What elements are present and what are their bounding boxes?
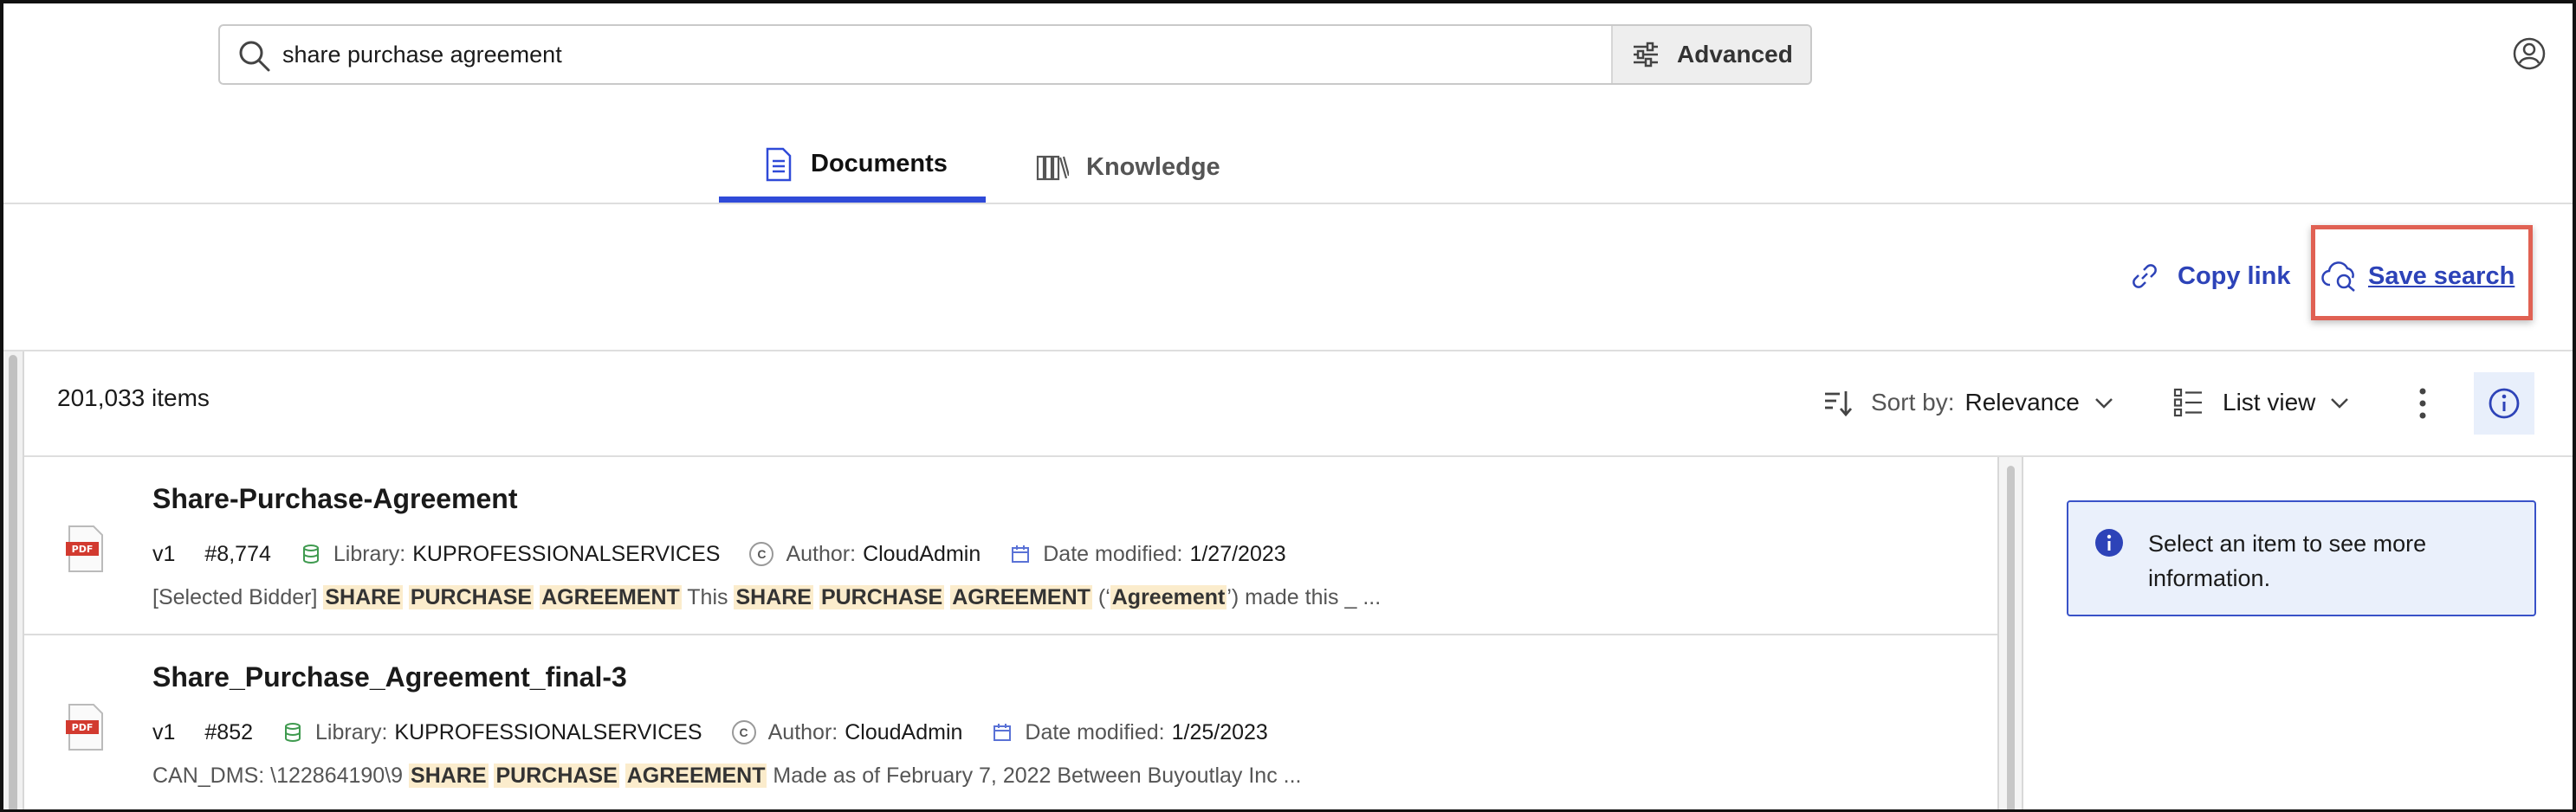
pdf-icon: PDF xyxy=(66,704,103,751)
info-icon xyxy=(2489,388,2520,419)
author-value: CloudAdmin xyxy=(863,541,981,566)
page-scrollbar-thumb[interactable] xyxy=(9,355,17,809)
actions-divider xyxy=(3,350,2573,351)
author-badge: C xyxy=(731,720,756,744)
document-number: #852 xyxy=(204,719,254,744)
snippet-text: This xyxy=(681,585,735,609)
sort-icon xyxy=(1825,391,1853,417)
copy-link-button[interactable]: Copy link xyxy=(2131,255,2291,298)
version: v1 xyxy=(152,719,176,744)
search-icon xyxy=(239,41,270,72)
app-window: Advanced Documents Knowledge xyxy=(0,0,2576,812)
library-label: Library: xyxy=(333,541,406,566)
library-value: KUPROFESSIONALSERVICES xyxy=(394,719,702,744)
info-icon xyxy=(2095,529,2123,557)
search-input[interactable] xyxy=(282,26,1755,83)
snippet-text: Made as of February 7, 2022 Between Buyo… xyxy=(767,764,1302,788)
result-metadata: v1 #852 Library: KUPROFESSIONALSERVICES … xyxy=(152,717,1268,748)
calendar-icon xyxy=(1012,545,1030,563)
snippet-highlight: PURCHASE xyxy=(408,585,534,609)
result-title[interactable]: Share-Purchase-Agreement xyxy=(152,483,517,515)
chevron-down-icon xyxy=(2094,398,2113,409)
advanced-search-button[interactable]: Advanced xyxy=(1611,26,1810,83)
date-label: Date modified: xyxy=(1043,541,1183,566)
results-scrollbar[interactable] xyxy=(1997,457,2023,809)
sliders-icon xyxy=(1634,42,1658,68)
search-bar: Advanced xyxy=(218,24,1812,85)
author-label: Author: xyxy=(767,719,838,744)
snippet-highlight: PURCHASE xyxy=(819,585,945,609)
snippet-highlight: AGREEMENT xyxy=(950,585,1092,609)
results-list: PDF Share-Purchase-Agreement v1 #8,774 L… xyxy=(24,457,1997,809)
svg-text:PDF: PDF xyxy=(72,544,94,555)
cloud-search-icon xyxy=(2321,261,2355,292)
link-icon xyxy=(2133,264,2157,288)
calendar-icon xyxy=(994,724,1012,741)
svg-text:PDF: PDF xyxy=(72,722,94,733)
snippet-highlight: SHARE xyxy=(323,585,403,609)
pdf-icon: PDF xyxy=(66,525,103,572)
snippet-highlight: SHARE xyxy=(734,585,813,609)
date-value: 1/27/2023 xyxy=(1189,541,1286,566)
kebab-icon[interactable] xyxy=(2408,384,2437,422)
result-title[interactable]: Share_Purchase_Agreement_final-3 xyxy=(152,661,627,693)
items-count: 201,033 items xyxy=(57,384,210,411)
info-panel-toggle[interactable] xyxy=(2474,372,2534,435)
database-icon xyxy=(302,545,319,564)
author-label: Author: xyxy=(786,541,857,566)
tab-documents-label: Documents xyxy=(811,150,948,177)
tabs-divider xyxy=(3,203,2573,204)
save-search-button[interactable]: Save search xyxy=(2321,255,2515,298)
list-item[interactable]: PDF Share-Purchase-Agreement v1 #8,774 L… xyxy=(24,457,1997,635)
author-badge: C xyxy=(749,542,774,566)
view-dropdown[interactable]: List view xyxy=(2172,381,2350,424)
tab-documents[interactable]: Documents xyxy=(719,132,986,203)
results-scrollbar-thumb[interactable] xyxy=(2007,466,2015,809)
library-label: Library: xyxy=(315,719,388,744)
document-number: #8,774 xyxy=(204,541,271,566)
snippet-highlight: Agreement xyxy=(1110,585,1227,609)
date-label: Date modified: xyxy=(1025,719,1165,744)
sort-value: Relevance xyxy=(1964,389,2080,416)
date-value: 1/25/2023 xyxy=(1171,719,1268,744)
advanced-label: Advanced xyxy=(1677,41,1793,68)
snippet-highlight: SHARE xyxy=(409,764,489,788)
document-icon xyxy=(766,147,792,181)
copy-link-label: Copy link xyxy=(2178,261,2291,290)
view-value: List view xyxy=(2223,389,2316,416)
database-icon xyxy=(285,723,301,742)
books-icon xyxy=(1036,155,1069,181)
page-scrollbar[interactable] xyxy=(3,351,24,809)
list-item[interactable]: PDF Share_Purchase_Agreement_final-3 v1 … xyxy=(24,635,1997,809)
sort-dropdown[interactable]: Sort by: Relevance xyxy=(1822,381,2114,424)
snippet-text: [Selected Bidder] xyxy=(152,585,324,609)
snippet-text: ’) made this _ ... xyxy=(1227,585,1382,609)
result-snippet: [Selected Bidder] SHARE PURCHASE AGREEME… xyxy=(152,585,1381,610)
snippet-text: CAN_DMS: \122864190\9 xyxy=(152,764,410,788)
user-circle-icon[interactable] xyxy=(2512,36,2547,71)
list-view-icon xyxy=(2173,388,2202,417)
author-value: CloudAdmin xyxy=(845,719,963,744)
snippet-highlight: AGREEMENT xyxy=(540,585,682,609)
result-metadata: v1 #8,774 Library: KUPROFESSIONALSERVICE… xyxy=(152,538,1286,570)
version: v1 xyxy=(152,541,176,566)
chevron-down-icon xyxy=(2331,398,2349,409)
snippet-text: (‘ xyxy=(1091,585,1110,609)
info-message: Select an item to see more information. xyxy=(2067,500,2536,616)
tab-knowledge-label: Knowledge xyxy=(1086,152,1220,181)
info-message-text: Select an item to see more information. xyxy=(2148,531,2427,591)
library-value: KUPROFESSIONALSERVICES xyxy=(412,541,721,566)
save-search-label: Save search xyxy=(2368,261,2515,290)
result-snippet: CAN_DMS: \122864190\9 SHARE PURCHASE AGR… xyxy=(152,764,1302,789)
snippet-highlight: PURCHASE xyxy=(494,764,619,788)
sort-label: Sort by: xyxy=(1871,389,1955,416)
snippet-highlight: AGREEMENT xyxy=(625,764,767,788)
tab-knowledge[interactable]: Knowledge xyxy=(1008,132,1233,203)
